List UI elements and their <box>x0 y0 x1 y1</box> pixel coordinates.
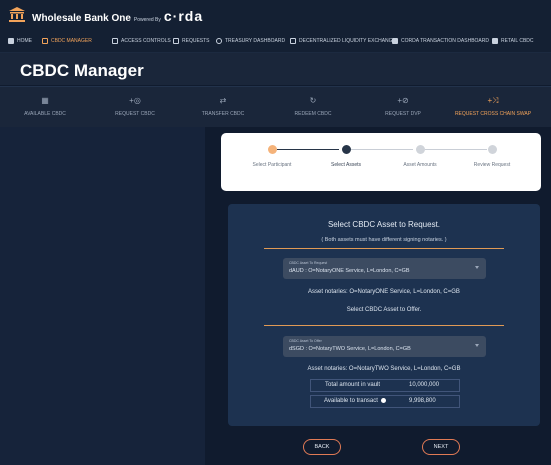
nav-item-retail-cbdc[interactable]: RETAIL CBDC <box>492 38 534 44</box>
tab-request-dvp[interactable]: +⊘ REQUEST DVP <box>358 87 448 127</box>
retail-icon <box>492 38 498 44</box>
nav-label: TREASURY DASHBOARD <box>225 38 286 44</box>
back-button[interactable]: BACK <box>303 439 341 455</box>
step-review-request: Review Request <box>457 145 527 168</box>
step-label: Select Participant <box>252 162 292 168</box>
nav-label: REQUESTS <box>182 38 210 44</box>
tab-label: REQUEST CROSS CHAIN SWAP <box>454 111 532 117</box>
redeem-icon: ↻ <box>309 96 317 105</box>
nav-item-corda-transaction-dashboard[interactable]: CORDA TRANSACTION DASHBOARD <box>392 38 489 44</box>
main-navigation: HOME CBDC MANAGER ACCESS CONTROLS REQUES… <box>0 30 551 53</box>
left-sidebar <box>0 127 205 465</box>
tab-label: REQUEST CBDC <box>115 111 155 117</box>
request-asset-select[interactable]: CBDC Asset To Request dAUD : O=NotaryONE… <box>283 258 486 279</box>
tab-label: REQUEST DVP <box>385 111 421 117</box>
step-done-icon <box>267 145 277 154</box>
form-heading: Select CBDC Asset to Request. <box>327 220 441 229</box>
chevron-down-icon <box>475 344 479 347</box>
tab-label: AVAILABLE CBDC <box>24 111 66 117</box>
dashboard-icon <box>392 38 398 44</box>
step-pending-icon <box>415 145 425 154</box>
nav-item-decentralized-liquidity-exchange[interactable]: DECENTRALIZED LIQUIDITY EXCHANGE <box>290 38 396 44</box>
select-assets-panel: Select CBDC Asset to Request. ( Both ass… <box>228 204 540 426</box>
offer-heading: Select CBDC Asset to Offer. <box>346 307 422 313</box>
tab-redeem-cbdc[interactable]: ↻ REDEEM CBDC <box>268 87 358 127</box>
powered-by-text: Powered By <box>133 17 161 23</box>
step-label: Select Assets <box>330 162 361 168</box>
step-select-assets: Select Assets <box>311 145 381 168</box>
divider <box>264 248 504 249</box>
offer-asset-select-label: CBDC Asset To Offer <box>289 339 322 343</box>
offer-asset-notaries: Asset notaries: O=NotaryTWO Service, L=L… <box>307 366 461 372</box>
cbdc-tabs: ▦ AVAILABLE CBDC +◎ REQUEST CBDC ⇄ TRANSFER… <box>0 86 551 127</box>
divider <box>264 325 504 326</box>
nav-label: HOME <box>17 38 32 44</box>
step-label: Asset Amounts <box>403 162 437 168</box>
nav-label: ACCESS CONTROLS <box>121 38 171 44</box>
requests-icon <box>173 38 179 44</box>
nav-item-access-controls[interactable]: ACCESS CONTROLS <box>112 38 171 44</box>
step-label: Review Request <box>473 162 511 168</box>
clock-icon <box>216 38 222 44</box>
request-icon: +◎ <box>129 96 141 105</box>
tab-transfer-cbdc[interactable]: ⇄ TRANSFER CBDC <box>178 87 268 127</box>
swap-icon: +⤨ <box>487 96 499 105</box>
lock-icon <box>112 38 118 44</box>
nav-label: CBDC MANAGER <box>51 38 92 44</box>
grid-icon: ▦ <box>41 96 49 105</box>
app-brand: Wholesale Bank One Powered By c·rda <box>32 8 203 24</box>
step-asset-amounts: Asset Amounts <box>385 145 455 168</box>
request-asset-select-label: CBDC Asset To Request <box>289 261 328 265</box>
step-select-participant: Select Participant <box>237 145 307 168</box>
top-bar: Wholesale Bank One Powered By c·rda <box>0 0 551 30</box>
nav-label: RETAIL CBDC <box>501 38 534 44</box>
exchange-icon <box>290 38 296 44</box>
nav-item-requests[interactable]: REQUESTS <box>173 38 210 44</box>
tab-available-cbdc[interactable]: ▦ AVAILABLE CBDC <box>0 87 90 127</box>
total-amount-value: 10,000,000 <box>409 382 440 388</box>
wallet-icon <box>42 38 48 44</box>
nav-item-home[interactable]: HOME <box>8 38 32 44</box>
next-button[interactable]: NEXT <box>422 439 460 455</box>
offer-asset-select-value: dSGD : O=NotaryTWO Service, L=London, C=… <box>289 346 411 352</box>
nav-item-treasury-dashboard[interactable]: TREASURY DASHBOARD <box>216 38 285 44</box>
radio-icon[interactable] <box>380 398 386 403</box>
nav-item-cbdc-manager[interactable]: CBDC MANAGER <box>42 38 92 44</box>
form-subheading: ( Both assets must have different signin… <box>321 237 447 243</box>
page-title: CBDC Manager <box>20 61 144 80</box>
nav-label: CORDA TRANSACTION DASHBOARD <box>401 38 489 44</box>
request-asset-notaries: Asset notaries: O=NotaryONE Service, L=L… <box>308 289 460 295</box>
home-icon <box>8 38 14 44</box>
bank-icon <box>9 7 25 22</box>
step-current-icon <box>341 145 351 154</box>
step-pending-icon <box>487 145 497 154</box>
chevron-down-icon <box>475 266 479 269</box>
available-amount-label-text: Available to transact <box>324 398 378 405</box>
request-asset-select-value: dAUD : O=NotaryONE Service, L=London, C=… <box>289 268 410 274</box>
transfer-icon: ⇄ <box>219 96 227 105</box>
available-amount-label: Available to transact <box>324 398 386 404</box>
tab-request-cross-chain-swap[interactable]: +⤨ REQUEST CROSS CHAIN SWAP <box>448 87 538 127</box>
available-amount-value: 9,998,800 <box>409 398 436 404</box>
dvp-icon: +⊘ <box>397 96 409 105</box>
offer-asset-select[interactable]: CBDC Asset To Offer dSGD : O=NotaryTWO S… <box>283 336 486 357</box>
total-amount-label: Total amount in vault <box>325 382 381 388</box>
tab-request-cbdc[interactable]: +◎ REQUEST CBDC <box>90 87 180 127</box>
tab-label: TRANSFER CBDC <box>201 111 245 117</box>
request-stepper: Select Participant Select Assets Asset A… <box>221 133 541 191</box>
nav-label: DECENTRALIZED LIQUIDITY EXCHANGE <box>299 38 396 44</box>
app-name: Wholesale Bank One <box>32 13 131 24</box>
corda-logo: c·rda <box>163 8 204 24</box>
tab-label: REDEEM CBDC <box>294 111 332 117</box>
